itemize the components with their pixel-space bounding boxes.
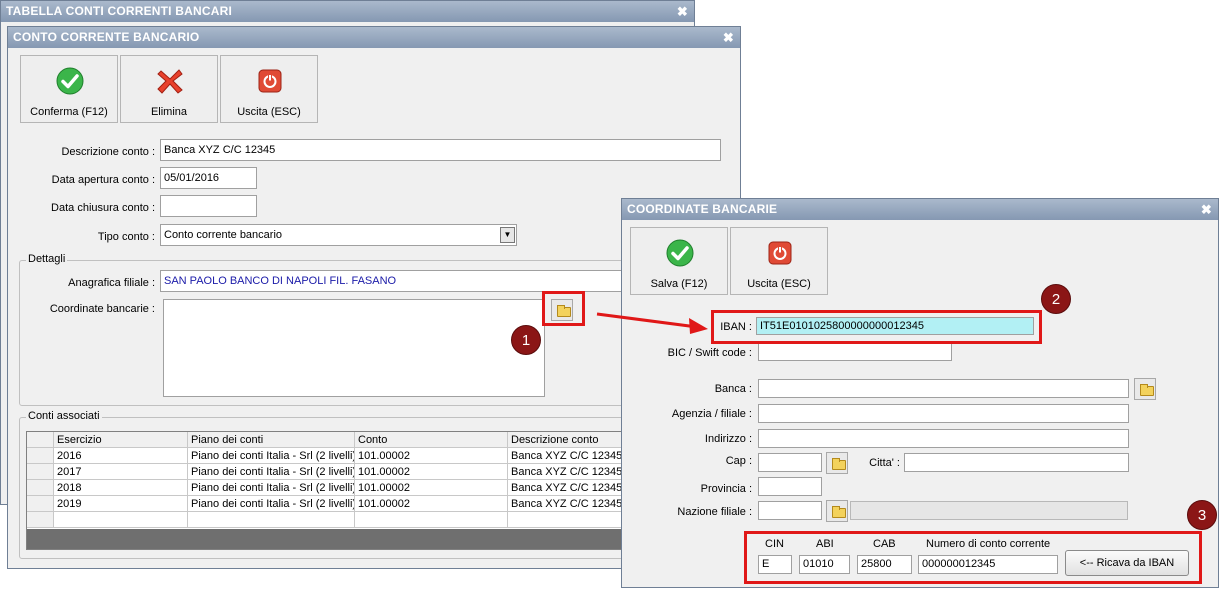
close-icon[interactable]: ✖ [723, 27, 734, 48]
anagrafica-label: Anagrafica filiale : [68, 277, 155, 289]
grid-footer [27, 529, 621, 549]
nazione-input[interactable] [758, 501, 822, 520]
cap-label: Cap : [725, 455, 752, 467]
delete-button[interactable]: Elimina [120, 55, 218, 123]
grid-header-piano[interactable]: Piano dei conti [188, 432, 355, 448]
save-button[interactable]: Salva (F12) [630, 227, 728, 295]
cell-piano: Piano dei conti Italia - Srl (2 livelli) [188, 496, 355, 512]
cell-esercizio: 2019 [54, 496, 188, 512]
tipo-conto-select[interactable]: Conto corrente bancario ▼ [160, 224, 517, 246]
nazione-folder-icon[interactable] [826, 500, 848, 522]
delete-label: Elimina [150, 106, 188, 118]
cell-conto: 101.00002 [355, 464, 508, 480]
cell-empty [54, 512, 188, 528]
row-selector[interactable] [27, 480, 54, 496]
banca-folder-icon[interactable] [1134, 378, 1156, 400]
cell-descrizione: Banca XYZ C/C 12345 [508, 496, 623, 512]
tipo-conto-value: Conto corrente bancario [164, 229, 283, 241]
bic-label: BIC / Swift code : [667, 347, 752, 359]
agenzia-input[interactable] [758, 404, 1129, 423]
dettagli-group-title: Dettagli [26, 253, 68, 265]
confirm-label: Conferma (F12) [30, 106, 108, 118]
window-coordinate-bancarie: COORDINATE BANCARIE ✖ Salva (F12) Uscita… [621, 198, 1219, 588]
cell-empty [355, 512, 508, 528]
grid-header-conto[interactable]: Conto [355, 432, 508, 448]
citta-input[interactable] [904, 453, 1129, 472]
window-conto-titlebar: CONTO CORRENTE BANCARIO ✖ [8, 27, 740, 48]
descrizione-label: Descrizione conto : [61, 146, 155, 158]
descrizione-input[interactable]: Banca XYZ C/C 12345 [160, 139, 721, 161]
anagrafica-filiale-input[interactable]: SAN PAOLO BANCO DI NAPOLI FIL. FASANO [160, 270, 630, 292]
delete-x-icon [157, 69, 183, 94]
window-coord-titlebar: COORDINATE BANCARIE ✖ [622, 199, 1218, 220]
chevron-down-icon[interactable]: ▼ [500, 227, 515, 243]
nazione-description [850, 501, 1128, 520]
banca-label: Banca : [714, 383, 752, 395]
exit-label: Uscita (ESC) [747, 278, 811, 290]
nazione-label: Nazione filiale : [677, 506, 752, 518]
conti-associati-title: Conti associati [26, 410, 102, 422]
callout-badge-3: 3 [1187, 500, 1217, 530]
window-tabella-title: TABELLA CONTI CORRENTI BANCARI [6, 4, 232, 18]
data-chiusura-label: Data chiusura conto : [51, 202, 155, 214]
row-selector[interactable] [27, 496, 54, 512]
highlight-box-iban [711, 310, 1042, 344]
save-label: Salva (F12) [650, 278, 708, 290]
exit-button[interactable]: Uscita (ESC) [730, 227, 828, 295]
confirm-button[interactable]: Conferma (F12) [20, 55, 118, 123]
close-icon[interactable]: ✖ [1201, 199, 1212, 220]
power-icon [768, 241, 792, 265]
row-selector[interactable] [27, 448, 54, 464]
bic-input[interactable] [758, 342, 952, 361]
cell-esercizio: 2017 [54, 464, 188, 480]
callout-badge-2: 2 [1041, 284, 1071, 314]
cell-esercizio: 2018 [54, 480, 188, 496]
tipo-conto-label: Tipo conto : [97, 231, 155, 243]
cell-piano: Piano dei conti Italia - Srl (2 livelli) [188, 480, 355, 496]
exit-button[interactable]: Uscita (ESC) [220, 55, 318, 123]
citta-label: Citta' : [869, 457, 900, 469]
grid-header-esercizio[interactable]: Esercizio [54, 432, 188, 448]
cell-conto: 101.00002 [355, 448, 508, 464]
cell-piano: Piano dei conti Italia - Srl (2 livelli) [188, 448, 355, 464]
cap-folder-icon[interactable] [826, 452, 848, 474]
check-icon [56, 67, 84, 95]
data-apertura-input[interactable]: 05/01/2016 [160, 167, 257, 189]
banca-input[interactable] [758, 379, 1129, 398]
grid-header-corner [27, 432, 54, 448]
cap-input[interactable] [758, 453, 822, 472]
window-conto-title: CONTO CORRENTE BANCARIO [13, 30, 200, 44]
conti-grid: Esercizio Piano dei conti Conto Descrizi… [26, 431, 623, 550]
cell-descrizione: Banca XYZ C/C 12345 [508, 464, 623, 480]
check-icon [666, 239, 694, 267]
data-chiusura-input[interactable] [160, 195, 257, 217]
provincia-label: Provincia : [700, 483, 752, 495]
cell-esercizio: 2016 [54, 448, 188, 464]
close-icon[interactable]: ✖ [677, 1, 688, 22]
cell-conto: 101.00002 [355, 480, 508, 496]
cell-empty [188, 512, 355, 528]
coordinate-textarea[interactable] [163, 299, 545, 397]
agenzia-label: Agenzia / filiale : [671, 408, 752, 420]
cell-descrizione: Banca XYZ C/C 12345 [508, 448, 623, 464]
window-coord-title: COORDINATE BANCARIE [627, 202, 778, 216]
provincia-input[interactable] [758, 477, 822, 496]
row-selector[interactable] [27, 512, 54, 528]
highlight-box-folder [542, 291, 585, 326]
grid-header-descrizione[interactable]: Descrizione conto [508, 432, 623, 448]
data-apertura-label: Data apertura conto : [51, 174, 155, 186]
window-tabella-titlebar: TABELLA CONTI CORRENTI BANCARI ✖ [1, 1, 694, 22]
row-selector[interactable] [27, 464, 54, 480]
cell-empty [508, 512, 623, 528]
cell-conto: 101.00002 [355, 496, 508, 512]
highlight-box-cin-abi [744, 531, 1202, 584]
cell-descrizione: Banca XYZ C/C 12345 [508, 480, 623, 496]
cell-piano: Piano dei conti Italia - Srl (2 livelli) [188, 464, 355, 480]
exit-label: Uscita (ESC) [237, 106, 301, 118]
coordinate-label: Coordinate bancarie : [49, 303, 155, 315]
callout-badge-1: 1 [511, 325, 541, 355]
indirizzo-label: Indirizzo : [704, 433, 752, 445]
power-icon [258, 69, 282, 93]
indirizzo-input[interactable] [758, 429, 1129, 448]
